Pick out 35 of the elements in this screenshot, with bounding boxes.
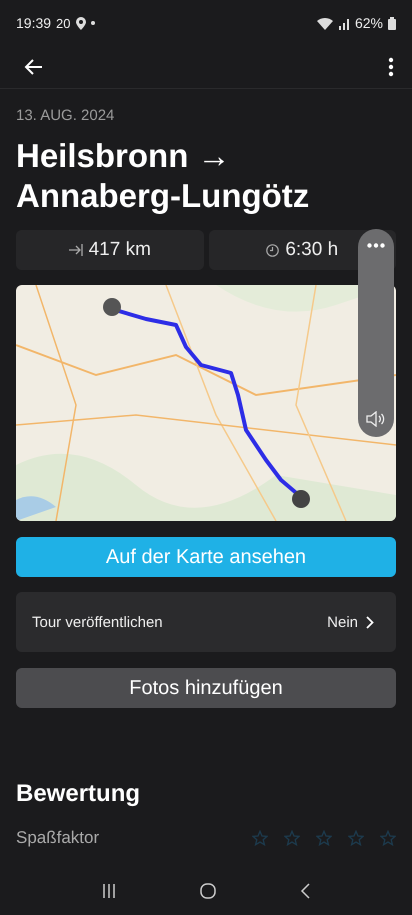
star-icon (316, 830, 332, 846)
duration-value: 6:30 h (285, 239, 338, 261)
status-time: 19:39 (16, 15, 52, 31)
signal-icon (338, 16, 350, 30)
recent-apps-icon (101, 883, 117, 899)
wifi-icon (316, 16, 333, 30)
volume-panel[interactable] (358, 229, 394, 437)
speaker-icon (366, 411, 386, 427)
chevron-right-icon (366, 616, 374, 628)
back-arrow-icon (24, 57, 44, 77)
star-icon (284, 830, 300, 846)
back-chevron-icon (299, 882, 311, 900)
location-icon (76, 16, 86, 30)
tour-date: 13. AUG. 2024 (16, 107, 116, 124)
home-icon (199, 882, 217, 900)
publish-value: Nein (327, 614, 358, 630)
publish-tour-row[interactable]: Tour veröffentlichen Nein (16, 592, 396, 652)
star-rating[interactable] (252, 830, 396, 846)
star-icon (252, 830, 268, 846)
star-icon (380, 830, 396, 846)
more-vertical-icon (388, 57, 394, 77)
distance-icon (68, 244, 83, 256)
more-icon (367, 243, 385, 248)
status-temperature: 20 (56, 16, 71, 30)
publish-label: Tour veröffentlichen (32, 614, 163, 630)
tour-title: Heilsbronn → Annaberg-Lungötz (16, 136, 310, 216)
clock-icon (266, 244, 280, 256)
rating-heading: Bewertung (16, 780, 142, 808)
distance-value: 417 km (88, 239, 151, 261)
battery-percentage: 62% (354, 15, 383, 31)
add-photos-button[interactable]: Fotos hinzufügen (16, 668, 396, 708)
battery-icon (388, 16, 396, 30)
notification-dot-icon (90, 21, 95, 25)
star-icon (348, 830, 364, 846)
rating-label: Spaßfaktor (16, 828, 100, 848)
